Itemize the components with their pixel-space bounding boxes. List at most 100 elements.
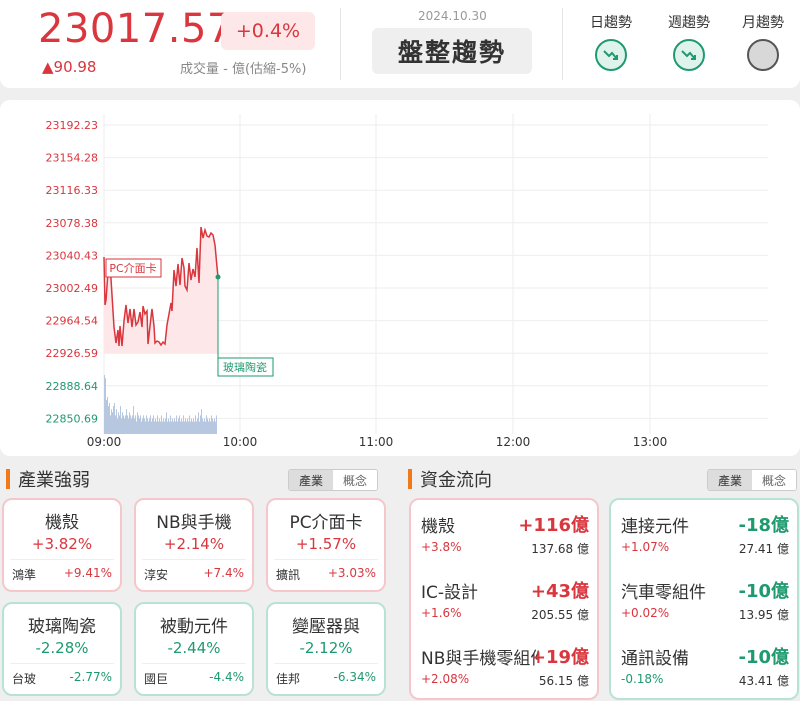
y-tick-label: 23154.28 bbox=[46, 152, 99, 165]
lead-stock-pct: +3.03% bbox=[327, 566, 376, 580]
volume-bar bbox=[209, 418, 210, 434]
industry-pct: -2.44% bbox=[167, 639, 221, 657]
volume-bar bbox=[173, 421, 174, 434]
outflow-card: 連接元件 -18億 +1.07% 27.41 億 汽車零組件 -10億 +0.0… bbox=[609, 498, 799, 700]
volume-bar bbox=[198, 412, 199, 434]
volume-bar bbox=[165, 418, 166, 434]
trend-weekly[interactable]: 週趨勢 bbox=[659, 12, 719, 71]
industry-card[interactable]: PC介面卡 +1.57% 擴訊 +3.03% bbox=[266, 498, 386, 592]
volume-bar bbox=[115, 415, 116, 434]
volume-bar bbox=[207, 418, 208, 434]
industry-section-header: 產業強弱 bbox=[6, 466, 90, 492]
tab-concept[interactable]: 概念 bbox=[752, 470, 797, 490]
volume-bar bbox=[171, 421, 172, 434]
industry-pct: -2.12% bbox=[299, 639, 353, 657]
volume-bar bbox=[191, 418, 192, 434]
volume-bar bbox=[158, 421, 159, 434]
volume-bar bbox=[126, 409, 127, 434]
volume-bar bbox=[151, 421, 152, 434]
volume-bar bbox=[156, 421, 157, 434]
lead-stock-name: 擴訊 bbox=[276, 568, 301, 582]
y-tick-label: 23192.23 bbox=[46, 119, 99, 132]
intraday-chart[interactable]: 23192.23 23154.28 23116.33 23078.38 23040.43… bbox=[0, 100, 800, 456]
tab-industry[interactable]: 產業 bbox=[289, 470, 334, 490]
pct-change-badge: +0.4% bbox=[221, 12, 315, 50]
divider bbox=[142, 663, 246, 664]
volume-bar bbox=[106, 399, 107, 434]
volume-bar bbox=[121, 418, 122, 434]
flow-amount: +43億 bbox=[530, 581, 589, 602]
volume-bar bbox=[213, 421, 214, 434]
flow-industry-name: 連接元件 bbox=[621, 517, 689, 537]
flow-industry-name: IC-設計 bbox=[421, 583, 479, 603]
industry-card[interactable]: 機殼 +3.82% 鴻準 +9.41% bbox=[2, 498, 122, 592]
industry-name: NB與手機 bbox=[156, 513, 232, 533]
volume-text: 成交量 - 億(估縮-5%) bbox=[180, 62, 307, 77]
volume-bar bbox=[142, 418, 143, 434]
flow-row[interactable]: 機殼 +116億 +3.8% 137.68 億 bbox=[411, 504, 597, 564]
volume-bar bbox=[215, 421, 216, 434]
volume-bar bbox=[139, 418, 140, 434]
volume-bar bbox=[132, 415, 133, 434]
flow-row[interactable]: IC-設計 +43億 +1.6% 205.55 億 bbox=[411, 570, 597, 630]
flow-row[interactable]: NB與手機零組件 +19億 +2.08% 56.15 億 bbox=[411, 636, 597, 696]
last-price-dot bbox=[215, 274, 221, 280]
volume-bar bbox=[201, 409, 202, 434]
volume-bar bbox=[182, 421, 183, 434]
flow-row[interactable]: 連接元件 -18億 +1.07% 27.41 億 bbox=[611, 504, 797, 564]
flow-industry-name: NB與手機零組件 bbox=[421, 649, 539, 669]
volume-bar bbox=[183, 415, 184, 434]
trend-weekly-label: 週趨勢 bbox=[668, 15, 710, 31]
flow-pct: +0.02% bbox=[621, 606, 670, 620]
volume-bar bbox=[161, 415, 162, 434]
flow-row[interactable]: 汽車零組件 -10億 +0.02% 13.95 億 bbox=[611, 570, 797, 630]
volume-bar bbox=[159, 418, 160, 434]
trend-neutral-icon bbox=[747, 39, 779, 71]
volume-bar bbox=[107, 396, 108, 434]
index-change: ▲90.98 bbox=[42, 58, 97, 76]
volume-bar bbox=[174, 418, 175, 434]
lead-stock-pct: +9.41% bbox=[63, 566, 112, 580]
flow-amount: -10億 bbox=[738, 647, 789, 668]
volume-bar bbox=[197, 418, 198, 434]
industry-pct: +3.82% bbox=[31, 535, 93, 553]
volume-bar bbox=[135, 415, 136, 434]
volume-bar bbox=[157, 415, 158, 434]
inflow-card: 機殼 +116億 +3.8% 137.68 億 IC-設計 +43億 +1.6%… bbox=[409, 498, 599, 700]
tab-industry[interactable]: 產業 bbox=[708, 470, 753, 490]
intraday-chart-svg: 23192.23 23154.28 23116.33 23078.38 23040.43… bbox=[46, 114, 768, 449]
volume-bar bbox=[143, 415, 144, 434]
industry-card[interactable]: 變壓器與 -2.12% 佳邦 -6.34% bbox=[266, 602, 386, 696]
volume-bar bbox=[208, 421, 209, 434]
volume-bar bbox=[205, 421, 206, 434]
tab-concept[interactable]: 概念 bbox=[333, 470, 378, 490]
section-accent-bar bbox=[408, 469, 412, 489]
flow-section-header: 資金流向 bbox=[408, 466, 492, 492]
volume-bar bbox=[160, 421, 161, 434]
trend-monthly[interactable]: 月趨勢 bbox=[733, 12, 793, 71]
volume-bar bbox=[128, 418, 129, 434]
trend-monthly-label: 月趨勢 bbox=[742, 15, 784, 31]
y-tick-label: 23002.49 bbox=[46, 282, 99, 295]
volume-bar bbox=[117, 418, 118, 434]
flow-turnover: 137.68 億 bbox=[531, 542, 589, 556]
trend-daily[interactable]: 日趨勢 bbox=[581, 12, 641, 71]
volume-bar bbox=[168, 418, 169, 434]
volume-bar bbox=[153, 415, 154, 434]
industry-card[interactable]: 玻璃陶瓷 -2.28% 台玻 -2.77% bbox=[2, 602, 122, 696]
volume-bar bbox=[163, 418, 164, 434]
y-tick-label: 23116.33 bbox=[46, 184, 99, 197]
index-value: 23017.57 bbox=[38, 6, 233, 52]
industry-pct: +1.57% bbox=[295, 535, 357, 553]
y-tick-label: 22850.69 bbox=[46, 412, 99, 425]
industry-card[interactable]: NB與手機 +2.14% 淳安 +7.4% bbox=[134, 498, 254, 592]
volume-bar bbox=[124, 418, 125, 434]
volume-bar bbox=[145, 421, 146, 434]
divider bbox=[562, 8, 563, 80]
industry-card[interactable]: 被動元件 -2.44% 國巨 -4.4% bbox=[134, 602, 254, 696]
divider bbox=[274, 559, 378, 560]
flow-row[interactable]: 通訊設備 -10億 -0.18% 43.41 億 bbox=[611, 636, 797, 696]
industry-name: PC介面卡 bbox=[289, 513, 363, 533]
volume-bar bbox=[130, 415, 131, 434]
volume-bar bbox=[187, 418, 188, 434]
